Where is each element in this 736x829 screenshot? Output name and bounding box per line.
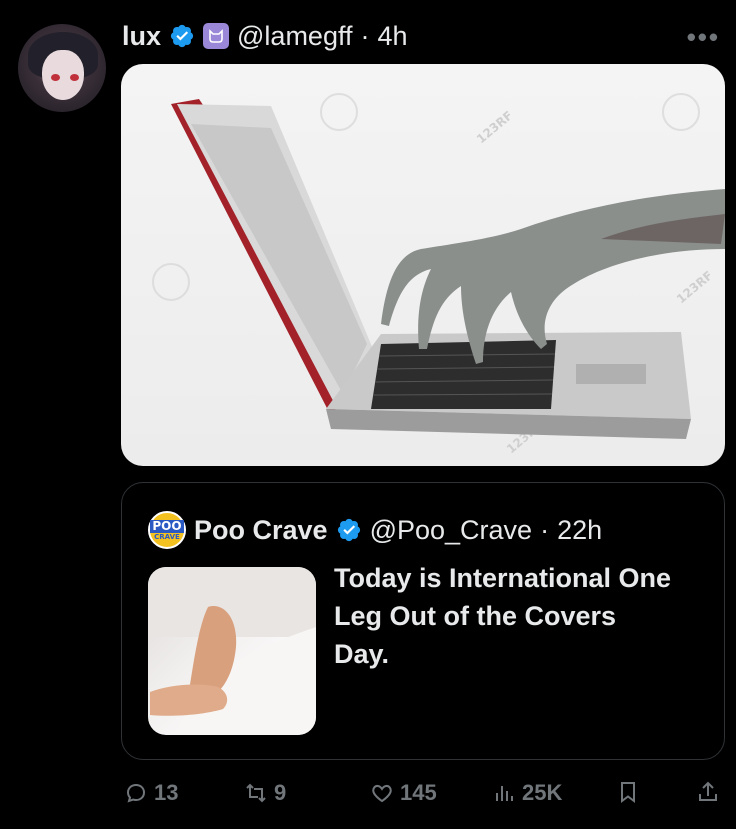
share-icon <box>699 781 717 801</box>
bookmark-button[interactable] <box>616 780 640 804</box>
retweet-button[interactable]: 9 <box>244 780 286 806</box>
logo-text-top: POO <box>150 518 184 533</box>
action-bar: 13 9 145 25K <box>0 770 736 818</box>
quoted-tweet-header: POO CRAVE Poo Crave @Poo_Crave · 22h <box>148 511 602 549</box>
separator-dot: · <box>360 20 370 51</box>
leg-under-covers-image <box>148 567 316 735</box>
subscription-badge-icon <box>203 23 230 49</box>
retweet-count: 9 <box>274 780 287 805</box>
share-button[interactable] <box>696 780 720 804</box>
quoted-media-image[interactable] <box>148 567 316 735</box>
separator-dot: · <box>540 514 550 545</box>
heart-icon <box>372 784 392 803</box>
logo-text-bottom: CRAVE <box>154 532 180 541</box>
handle[interactable]: @lamegff <box>237 21 352 52</box>
tweet-header: lux @lamegff · 4h <box>122 16 408 56</box>
views-button[interactable]: 25K <box>492 780 562 806</box>
display-name[interactable]: lux <box>122 21 161 52</box>
avatar-eye-right <box>70 74 79 81</box>
avatar-eye-left <box>51 74 60 81</box>
reply-count: 13 <box>154 780 179 805</box>
quoted-avatar[interactable]: POO CRAVE <box>148 511 186 549</box>
view-count: 25K <box>522 780 563 805</box>
reply-button[interactable]: 13 <box>124 780 178 806</box>
like-count: 145 <box>400 780 437 805</box>
like-button[interactable]: 145 <box>370 780 437 806</box>
tweet-media-image[interactable]: 123RF 123RF 123RF 123RF <box>121 64 725 466</box>
quoted-tweet-text: Today is International One Leg Out of th… <box>334 563 672 669</box>
quoted-timestamp[interactable]: 22h <box>557 515 602 546</box>
avatar[interactable] <box>18 24 106 112</box>
watermark-1: 123RF <box>474 108 516 146</box>
more-options-icon[interactable]: ••• <box>687 22 720 53</box>
views-chart-icon <box>496 786 513 801</box>
laptop-claw-illustration: 123RF 123RF 123RF 123RF <box>152 93 725 456</box>
verified-badge-icon <box>337 518 360 542</box>
quoted-display-name[interactable]: Poo Crave <box>194 515 328 546</box>
watermark-3: 123RF <box>674 268 716 306</box>
timestamp[interactable]: 4h <box>377 21 407 52</box>
reply-icon <box>126 783 146 803</box>
bookmark-icon <box>621 782 635 803</box>
verified-badge-icon <box>170 24 194 48</box>
quoted-tweet[interactable]: POO CRAVE Poo Crave @Poo_Crave · 22h Tod… <box>121 482 725 760</box>
quoted-handle[interactable]: @Poo_Crave <box>370 515 533 546</box>
retweet-icon <box>246 783 266 803</box>
